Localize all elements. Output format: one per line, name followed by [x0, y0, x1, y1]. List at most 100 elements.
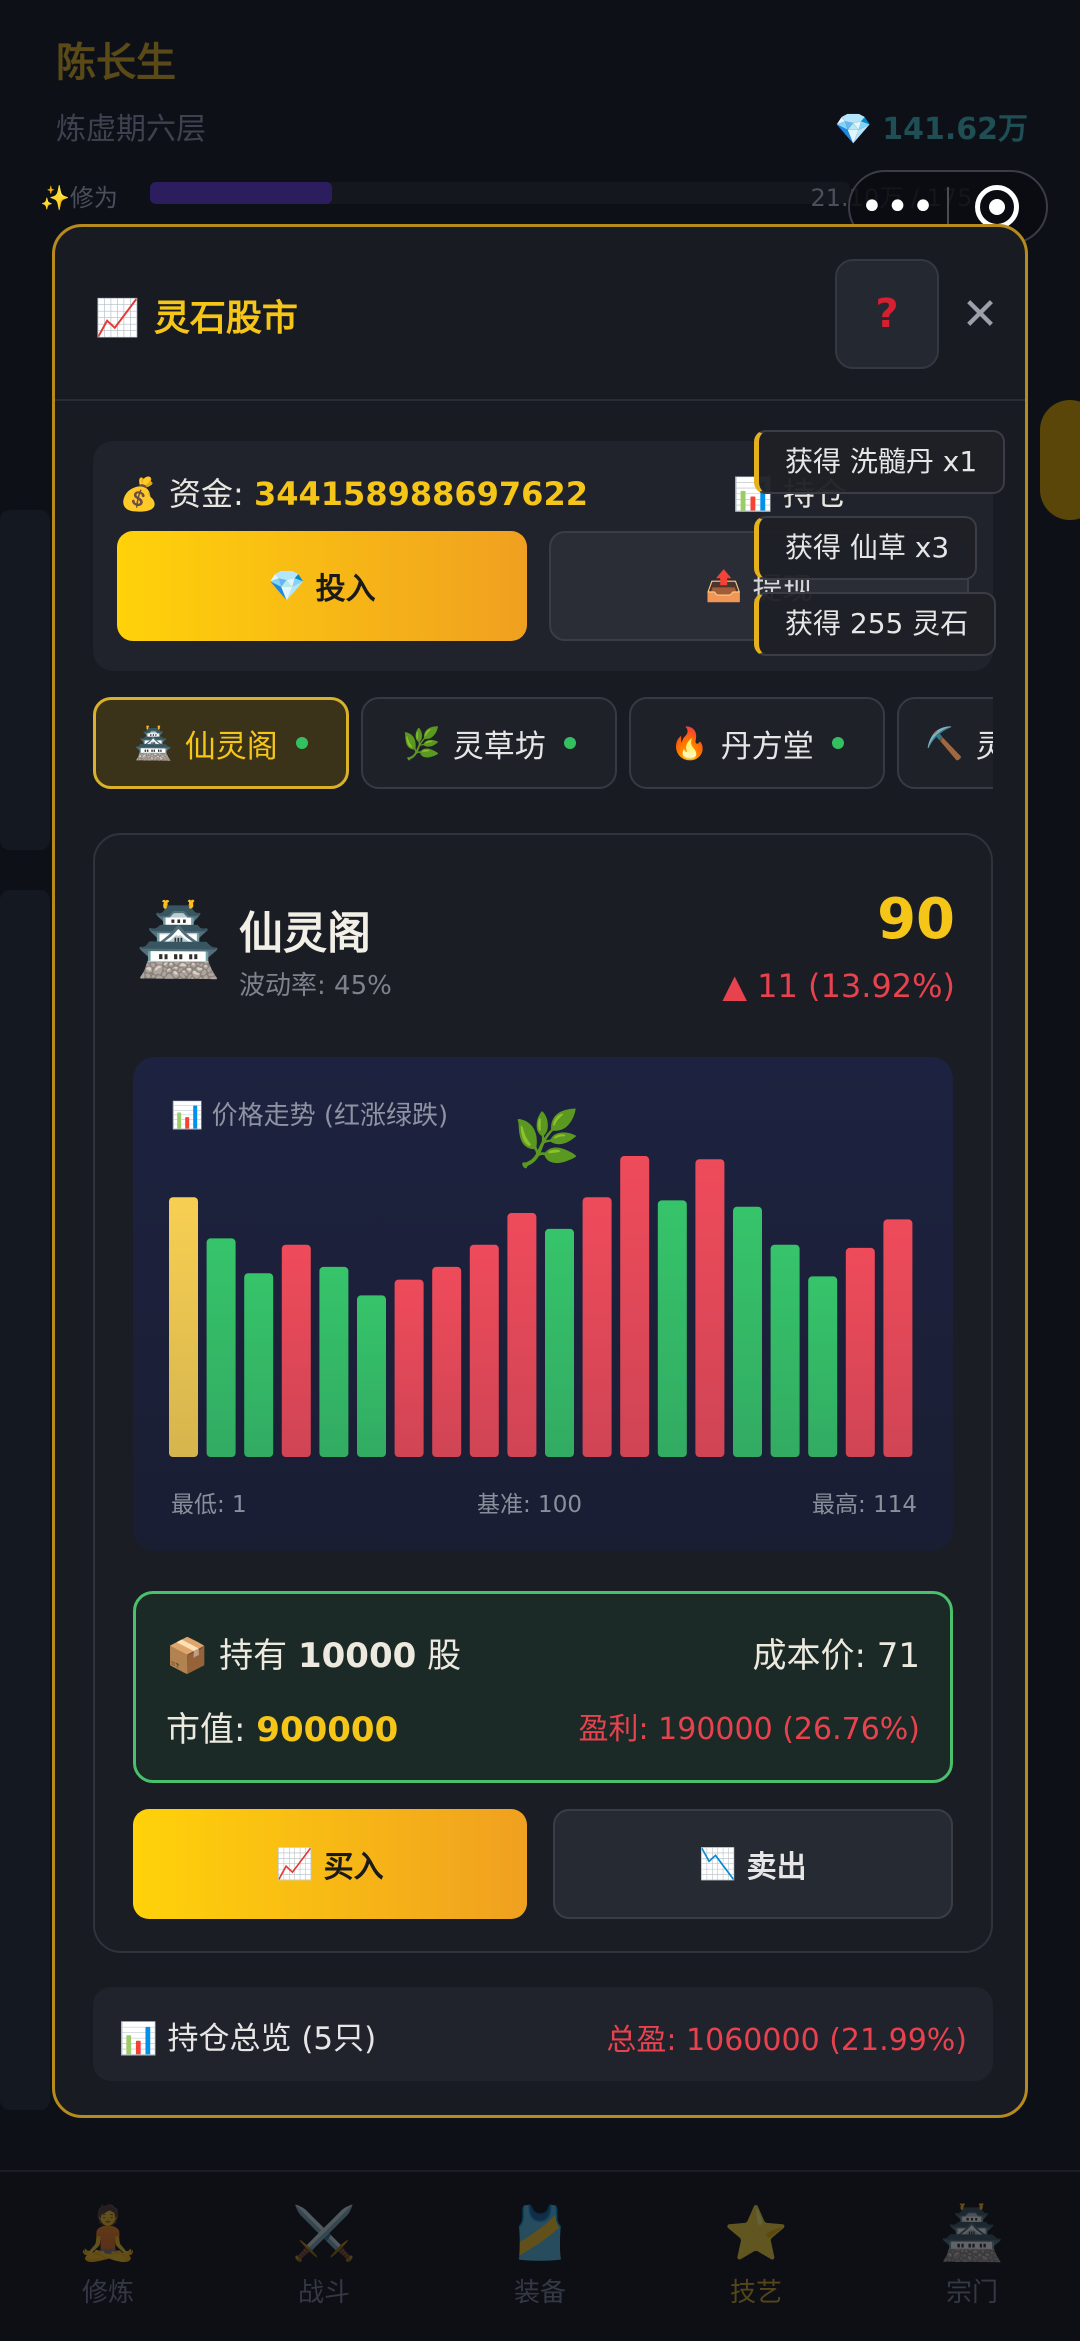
- holding-prefix: 持有: [219, 1636, 288, 1676]
- diamond-icon: 💎: [268, 568, 306, 604]
- funds-row: 💰 资金: 344158988697622: [119, 469, 588, 515]
- chart-up-icon: 📈: [95, 298, 140, 339]
- holding-market-value: 市值: 900000: [166, 1702, 398, 1751]
- chart-bar: [620, 1156, 650, 1457]
- xp-bar: [150, 182, 850, 204]
- tab-danfangtang[interactable]: 🔥 丹方堂: [629, 697, 885, 789]
- chart-bar: [883, 1219, 913, 1457]
- buy-label: 买入: [323, 1850, 384, 1885]
- nav-label: 修炼: [81, 2278, 134, 2308]
- nav-item[interactable]: ⭐ 技艺: [676, 2202, 836, 2341]
- summary-total: 总盈: 1060000 (21.99%): [606, 2023, 967, 2058]
- target-icon: [975, 185, 1020, 229]
- chart-bar: [845, 1247, 875, 1457]
- bar-chart-icon: 📊: [119, 2021, 158, 2057]
- toast-notification: 获得 255 灵石: [754, 592, 997, 656]
- chart-bar: [582, 1197, 612, 1457]
- status-dot: [563, 737, 576, 749]
- price-chart: 📊 价格走势 (红涨绿跌) 🌿 最低: 1 基准: 100 最高: 114: [133, 1057, 953, 1551]
- stock-volatility: 波动率: 45%: [239, 971, 392, 1001]
- tab-xianlingge[interactable]: 🏯 仙灵阁: [93, 697, 349, 789]
- sell-button[interactable]: 📉 卖出: [553, 1809, 953, 1919]
- castle-icon: 🏯: [134, 725, 173, 762]
- chart-bar: [357, 1295, 386, 1457]
- nav-icon: ⭐: [723, 2204, 789, 2264]
- xp-label: ✨修为: [40, 184, 118, 212]
- chart-bar: [244, 1273, 274, 1457]
- tab-lingkuang[interactable]: ⛏️ 灵: [897, 697, 993, 789]
- tab-label: 仙灵阁: [184, 728, 278, 765]
- chart-max-label: 最高: 114: [812, 1492, 917, 1518]
- nav-item[interactable]: 🏯 宗门: [892, 2202, 1052, 2341]
- deposit-button[interactable]: 💎 投入: [117, 531, 527, 641]
- castle-icon: 🏯: [135, 899, 223, 981]
- chart-down-icon: 📉: [699, 1846, 737, 1882]
- close-icon[interactable]: ✕: [955, 285, 1005, 345]
- spirit-stones-value: 141.62万: [882, 112, 1028, 147]
- portfolio-summary[interactable]: 📊 持仓总览 (5只) 总盈: 1060000 (21.99%): [93, 1987, 993, 2081]
- chart-bar: [206, 1238, 236, 1457]
- package-icon: 📦: [166, 1636, 209, 1676]
- chart-bar: [770, 1244, 800, 1457]
- modal-header: 📈 灵石股市 ? ✕: [55, 227, 1025, 401]
- funds-label: 资金:: [169, 475, 244, 513]
- status-dot: [295, 737, 308, 749]
- holding-shares: 📦 持有 10000 股: [166, 1628, 461, 1677]
- market-value-label: 市值:: [166, 1710, 246, 1750]
- holding-suffix: 股: [427, 1636, 462, 1676]
- money-bag-icon: 💰: [119, 475, 159, 513]
- stock-change: ▲ 11 (13.92%): [722, 967, 955, 1005]
- chart-bar: [808, 1276, 838, 1457]
- status-dot: [831, 737, 844, 749]
- more-button[interactable]: •••: [850, 187, 947, 227]
- chart-bar: [469, 1244, 499, 1457]
- outbox-icon: 📤: [705, 568, 743, 604]
- nav-item[interactable]: ⚔️ 战斗: [244, 2202, 404, 2341]
- bottom-nav: 🧘 修炼 ⚔️ 战斗 🎽 装备 ⭐ 技艺 🏯 宗门: [0, 2170, 1080, 2341]
- toast-notification: 获得 仙草 x3: [754, 516, 978, 580]
- close-miniprogram-button[interactable]: [949, 185, 1046, 229]
- stock-name: 仙灵阁: [239, 908, 371, 959]
- modal-title: 📈 灵石股市: [95, 289, 298, 341]
- nav-icon: ⚔️: [291, 2204, 357, 2264]
- chart-bar: [733, 1206, 762, 1457]
- spirit-stones: 💎 141.62万: [835, 104, 1028, 148]
- chart-bar: [394, 1279, 424, 1457]
- market-value: 900000: [256, 1710, 399, 1750]
- bg-panel: [0, 890, 50, 2110]
- chart-bar: [695, 1159, 725, 1457]
- side-menu-button: [1040, 400, 1080, 520]
- nav-label: 宗门: [945, 2278, 998, 2308]
- buy-button[interactable]: 📈 买入: [133, 1809, 527, 1919]
- chart-min-label: 最低: 1: [171, 1492, 247, 1518]
- summary-label-row: 📊 持仓总览 (5只): [119, 2013, 376, 2058]
- nav-label: 装备: [513, 2278, 566, 2308]
- chart-bar: [281, 1244, 311, 1457]
- holding-box: 📦 持有 10000 股 成本价: 71 市值: 900000 盈利: 1900…: [133, 1591, 953, 1783]
- tab-label: 丹方堂: [720, 728, 814, 765]
- fire-icon: 🔥: [670, 725, 709, 762]
- holding-profit: 盈利: 190000 (26.76%): [578, 1712, 921, 1747]
- funds-value: 344158988697622: [253, 475, 588, 513]
- toast-notification: 获得 洗髓丹 x1: [754, 430, 1006, 494]
- tab-lingcaofang[interactable]: 🌿 灵草坊: [361, 697, 617, 789]
- stock-market-modal: 📈 灵石股市 ? ✕ 💰 资金: 344158988697622 📊 持仓 💎 投入…: [52, 224, 1028, 2118]
- xp-bar-fill: [150, 182, 332, 204]
- pickaxe-icon: ⛏️: [925, 725, 964, 762]
- player-name: 陈长生: [56, 40, 176, 86]
- herb-icon: 🌿: [402, 725, 441, 762]
- nav-item[interactable]: 🧘 修炼: [28, 2202, 188, 2341]
- chart-bar: [507, 1213, 537, 1457]
- nav-item[interactable]: 🎽 装备: [460, 2202, 620, 2341]
- help-button[interactable]: ?: [835, 259, 939, 369]
- nav-icon: 🧘: [75, 2204, 141, 2264]
- nav-label: 战斗: [297, 2278, 350, 2308]
- player-realm: 炼虚期六层: [56, 112, 206, 147]
- summary-label: 持仓总览 (5只): [167, 2021, 377, 2057]
- chart-bar: [657, 1200, 687, 1457]
- chart-base-label: 基准: 100: [477, 1492, 582, 1518]
- holding-shares-value: 10000: [297, 1636, 417, 1676]
- chart-bar: [432, 1266, 462, 1457]
- chart-bar: [169, 1197, 198, 1457]
- tab-label: 灵: [976, 721, 993, 766]
